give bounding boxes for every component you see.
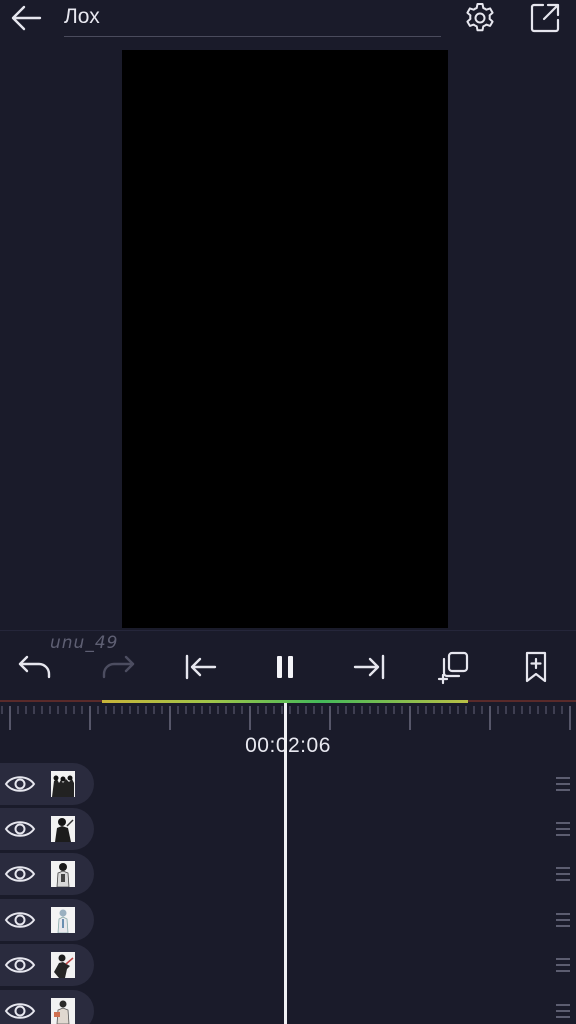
layer-row-6[interactable]: [0, 990, 94, 1024]
add-layer-icon: [437, 651, 469, 685]
redo-icon: [102, 655, 135, 679]
project-title-field[interactable]: Лох: [64, 0, 441, 37]
undo-button[interactable]: [13, 647, 57, 687]
ruler-ticks: [1, 706, 571, 730]
layer-thumbnail: [51, 816, 75, 842]
drag-handle-icon[interactable]: [556, 777, 570, 791]
layer-row-2[interactable]: [0, 808, 94, 850]
pause-icon: [277, 656, 293, 678]
skip-to-end-button[interactable]: [347, 647, 391, 687]
skip-to-start-icon: [185, 654, 217, 680]
layer-row-3[interactable]: [0, 853, 94, 895]
video-canvas[interactable]: [122, 50, 448, 628]
top-bar: Лох: [0, 0, 576, 42]
layer-thumbnail: [51, 952, 75, 978]
gear-icon: [466, 3, 494, 32]
visibility-toggle[interactable]: [4, 861, 36, 887]
eye-icon: [4, 1003, 36, 1019]
layer-row-5[interactable]: [0, 944, 94, 986]
layer-thumbnail: [51, 907, 75, 933]
timeline-ruler[interactable]: [0, 700, 576, 734]
eye-icon: [4, 957, 36, 973]
arrow-left-icon: [11, 5, 42, 31]
visibility-toggle[interactable]: [4, 907, 36, 933]
layer-thumbnail: [51, 861, 75, 887]
layer-thumbnail: [51, 771, 75, 797]
add-bookmark-button[interactable]: [514, 647, 558, 687]
eye-icon: [4, 776, 36, 792]
project-title: Лох: [64, 5, 100, 28]
redo-button[interactable]: [96, 647, 140, 687]
eye-icon: [4, 912, 36, 928]
playhead[interactable]: [284, 703, 287, 1024]
eye-icon: [4, 866, 36, 882]
drag-handle-icon[interactable]: [556, 958, 570, 972]
drag-handle-icon[interactable]: [556, 867, 570, 881]
visibility-toggle[interactable]: [4, 998, 36, 1024]
visibility-toggle[interactable]: [4, 816, 36, 842]
current-time: 00:02:06: [245, 734, 331, 757]
export-button[interactable]: [525, 0, 565, 36]
undo-icon: [18, 655, 51, 679]
back-button[interactable]: [6, 0, 46, 36]
skip-to-start-button[interactable]: [179, 647, 223, 687]
visibility-toggle[interactable]: [4, 771, 36, 797]
eye-icon: [4, 821, 36, 837]
skip-to-end-icon: [353, 654, 385, 680]
layer-row-1[interactable]: [0, 763, 94, 805]
playback-controls: unu_49: [0, 630, 576, 700]
visibility-toggle[interactable]: [4, 952, 36, 978]
layer-row-4[interactable]: [0, 899, 94, 941]
settings-button[interactable]: [460, 0, 500, 36]
drag-handle-icon[interactable]: [556, 1004, 570, 1018]
preview-area: [0, 42, 576, 632]
drag-handle-icon[interactable]: [556, 913, 570, 927]
pause-button[interactable]: [263, 647, 307, 687]
external-link-icon: [530, 3, 560, 33]
add-layer-button[interactable]: [431, 647, 475, 687]
add-bookmark-icon: [525, 651, 547, 683]
drag-handle-icon[interactable]: [556, 822, 570, 836]
layer-thumbnail: [51, 998, 75, 1024]
